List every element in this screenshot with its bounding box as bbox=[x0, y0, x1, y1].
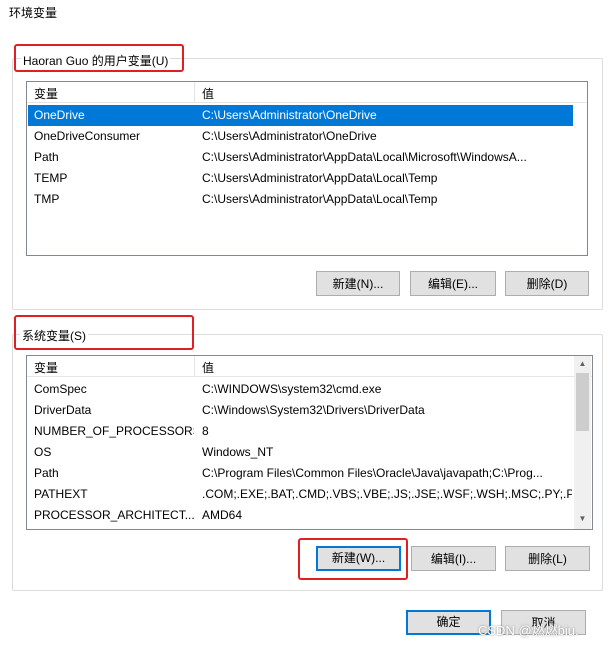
vertical-scrollbar[interactable]: ▲ ▼ bbox=[574, 356, 591, 529]
user-variables-list[interactable]: 变量 值 OneDrive C:\Users\Administrator\One… bbox=[26, 81, 588, 256]
variable-value: .COM;.EXE;.BAT;.CMD;.VBS;.VBE;.JS;.JSE;.… bbox=[202, 487, 572, 501]
variable-value: 8 bbox=[202, 424, 209, 438]
variable-name: TMP bbox=[34, 192, 60, 206]
user-list-header: 变量 值 bbox=[27, 82, 587, 103]
variable-name: Path bbox=[34, 150, 59, 164]
scroll-down-icon[interactable]: ▼ bbox=[574, 514, 591, 523]
variable-name: DriverData bbox=[34, 403, 92, 417]
title-bar: 环境变量 bbox=[0, 0, 611, 26]
variable-name: PROCESSOR_ARCHITECT... bbox=[34, 508, 194, 522]
column-divider[interactable] bbox=[194, 356, 195, 376]
column-header-value[interactable]: 值 bbox=[202, 85, 214, 102]
variable-name: TEMP bbox=[34, 171, 68, 185]
variable-name: OS bbox=[34, 445, 52, 459]
highlight-box-user bbox=[14, 44, 184, 72]
highlight-box-system bbox=[14, 315, 194, 350]
list-item[interactable]: Path C:\Program Files\Common Files\Oracl… bbox=[28, 463, 574, 484]
variable-value: AMD64 bbox=[202, 508, 243, 522]
list-item[interactable]: OneDriveConsumer C:\Users\Administrator\… bbox=[28, 126, 573, 147]
variable-value: C:\Windows\System32\Drivers\DriverData bbox=[202, 403, 425, 417]
user-delete-button[interactable]: 删除(D) bbox=[505, 271, 589, 296]
list-item[interactable]: Path C:\Users\Administrator\AppData\Loca… bbox=[28, 147, 573, 168]
list-item[interactable]: TMP C:\Users\Administrator\AppData\Local… bbox=[28, 189, 573, 210]
variable-name: NUMBER_OF_PROCESSORS bbox=[34, 424, 194, 438]
list-item[interactable]: DriverData C:\Windows\System32\Drivers\D… bbox=[28, 400, 574, 421]
variable-value: C:\WINDOWS\system32\cmd.exe bbox=[202, 382, 382, 396]
scroll-up-icon[interactable]: ▲ bbox=[574, 359, 591, 368]
variable-name: Path bbox=[34, 466, 59, 480]
list-item[interactable]: TEMP C:\Users\Administrator\AppData\Loca… bbox=[28, 168, 573, 189]
list-item[interactable]: NUMBER_OF_PROCESSORS 8 bbox=[28, 421, 574, 442]
variable-value: C:\Users\Administrator\AppData\Local\Tem… bbox=[202, 192, 438, 206]
list-item[interactable]: ComSpec C:\WINDOWS\system32\cmd.exe bbox=[28, 379, 574, 400]
user-edit-button[interactable]: 编辑(E)... bbox=[410, 271, 496, 296]
variable-name: OneDriveConsumer bbox=[34, 129, 141, 143]
user-new-button[interactable]: 新建(N)... bbox=[316, 271, 400, 296]
variable-value: C:\Users\Administrator\AppData\Local\Tem… bbox=[202, 171, 438, 185]
list-item[interactable]: PATHEXT .COM;.EXE;.BAT;.CMD;.VBS;.VBE;.J… bbox=[28, 484, 574, 505]
list-item[interactable]: PROCESSOR_ARCHITECT... AMD64 bbox=[28, 505, 574, 526]
variable-value: Windows_NT bbox=[202, 445, 274, 459]
column-header-variable[interactable]: 变量 bbox=[34, 359, 58, 376]
list-item[interactable]: OneDrive C:\Users\Administrator\OneDrive bbox=[28, 105, 573, 126]
system-list-header: 变量 值 bbox=[27, 356, 592, 377]
variable-value: C:\Users\Administrator\OneDrive bbox=[202, 108, 377, 122]
variable-value: C:\Users\Administrator\OneDrive bbox=[202, 129, 377, 143]
variable-name: ComSpec bbox=[34, 382, 87, 396]
column-header-value[interactable]: 值 bbox=[202, 359, 214, 376]
column-divider[interactable] bbox=[194, 82, 195, 102]
window-title: 环境变量 bbox=[9, 6, 58, 20]
system-variables-list[interactable]: 变量 值 ComSpec C:\WINDOWS\system32\cmd.exe… bbox=[26, 355, 593, 530]
highlight-box-new-button bbox=[298, 538, 408, 580]
column-header-variable[interactable]: 变量 bbox=[34, 85, 58, 102]
variable-value: C:\Program Files\Common Files\Oracle\Jav… bbox=[202, 466, 543, 480]
list-item[interactable]: OS Windows_NT bbox=[28, 442, 574, 463]
variable-value: C:\Users\Administrator\AppData\Local\Mic… bbox=[202, 150, 527, 164]
scroll-thumb[interactable] bbox=[576, 373, 589, 431]
variable-name: OneDrive bbox=[34, 108, 85, 122]
variable-name: PATHEXT bbox=[34, 487, 88, 501]
system-delete-button[interactable]: 删除(L) bbox=[505, 546, 590, 571]
watermark: CSDN @燃燃biu. bbox=[478, 623, 579, 638]
system-edit-button[interactable]: 编辑(I)... bbox=[411, 546, 496, 571]
